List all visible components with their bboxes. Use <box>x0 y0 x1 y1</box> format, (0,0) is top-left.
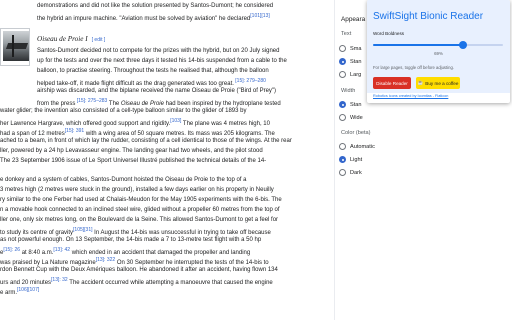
coffee-cup-icon: ☕ <box>417 80 424 85</box>
text-size-small[interactable]: Sma <box>339 45 362 52</box>
adjust-hint: For large pages, toggle off before adjus… <box>373 65 454 70</box>
edit-link[interactable]: [ edit ] <box>92 37 106 43</box>
article-line: ller, powered by a 24 hp Levavasseur eng… <box>0 148 263 154</box>
width-label: Width <box>341 88 356 94</box>
article-line: up for the tests and over the next three… <box>37 58 287 64</box>
radio-icon[interactable] <box>339 71 346 78</box>
article-line: water glider; the invention also consist… <box>0 108 247 114</box>
article-line: as not powerful enough. On 13 September,… <box>0 237 262 243</box>
article-line: e donkey and a system of cables, Santos-… <box>0 177 247 183</box>
aircraft-photo[interactable] <box>0 28 30 66</box>
article-content: demonstrations and did not like the solu… <box>0 0 334 320</box>
word-boldness-label: Word Boldness <box>373 31 405 36</box>
article-line: e arm.[106][107] <box>0 287 40 296</box>
slider-fill <box>373 44 463 46</box>
text-size-large[interactable]: Larg <box>339 71 361 78</box>
citation-link[interactable]: [101][13] <box>250 13 269 19</box>
radio-icon[interactable] <box>339 45 346 52</box>
word-boldness-slider[interactable] <box>373 41 503 49</box>
article-line: ller one, only six metres long, on the B… <box>0 217 279 223</box>
text-size-label: Text <box>341 31 352 37</box>
boldness-value: 69% <box>434 51 443 56</box>
article-line: The 23 September 1906 issue of Le Sport … <box>0 158 267 164</box>
appearance-title: Appeara <box>341 16 366 23</box>
buy-coffee-button[interactable]: ☕ Buy me a coffee <box>416 77 460 89</box>
article-line: Santos-Dumont decided not to compete for… <box>37 48 280 54</box>
section-heading: Oiseau de Proie I[ edit ] <box>37 35 106 43</box>
radio-icon[interactable] <box>339 169 346 176</box>
color-label: Color (beta) <box>341 130 371 136</box>
buy-coffee-label: Buy me a coffee <box>425 80 459 86</box>
radio-icon[interactable] <box>339 114 346 121</box>
article-line: urs and 20 minutes[13]: 32 The accident … <box>0 277 273 286</box>
text-size-standard[interactable]: Stan <box>339 58 362 65</box>
article-line: rdon Bennett Cup with the Deux Amériques… <box>0 267 278 273</box>
extension-popup: SwiftSight Bionic Reader Word Boldness 6… <box>367 0 510 103</box>
color-automatic[interactable]: Automatic <box>339 143 375 150</box>
radio-selected-icon[interactable] <box>339 58 346 65</box>
color-dark[interactable]: Dark <box>339 169 362 176</box>
color-light[interactable]: Light <box>339 156 362 163</box>
article-line: the hybrid an impure machine. "Aviation … <box>37 13 270 22</box>
popup-title: SwiftSight Bionic Reader <box>373 11 484 22</box>
article-line: 3 metres high (2 metres were stuck in th… <box>0 187 274 193</box>
width-standard[interactable]: Stan <box>339 101 362 108</box>
article-line: balloon, to practise steering. Throughou… <box>37 68 269 74</box>
slider-thumb[interactable] <box>458 41 467 49</box>
icon-credit-link[interactable]: Robotics icons created by Icomtias - Fla… <box>373 94 448 98</box>
article-line: n a movable hook connected to an incline… <box>0 207 280 213</box>
disable-reader-button[interactable]: Disable Reader <box>373 77 411 89</box>
width-wide[interactable]: Wide <box>339 114 363 121</box>
radio-icon[interactable] <box>339 143 346 150</box>
article-line: ached to a beam, in front of which lay t… <box>0 138 292 144</box>
article-line: airship was discarded, and the biplane r… <box>37 88 277 94</box>
article-line: ry similar to the one Ferber had used at… <box>0 197 282 203</box>
article-line: demonstrations and did not like the solu… <box>37 3 274 9</box>
radio-selected-icon[interactable] <box>339 101 346 108</box>
radio-selected-icon[interactable] <box>339 156 346 163</box>
